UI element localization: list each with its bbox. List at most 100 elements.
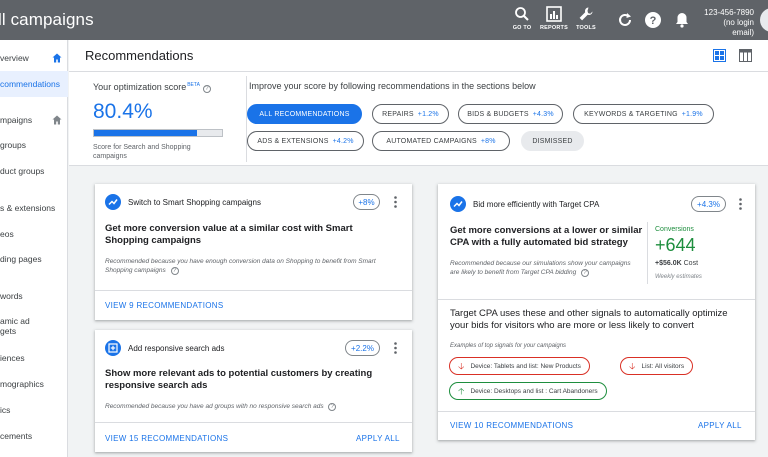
- view-recommendations-link[interactable]: VIEW 10 RECOMMENDATIONS: [450, 421, 573, 430]
- sidebar-item-demographics[interactable]: mographics: [0, 371, 68, 397]
- view-recommendations-link[interactable]: VIEW 15 RECOMMENDATIONS: [105, 434, 228, 443]
- sidebar-item-dynamic-ad-targets[interactable]: amic ad gets: [0, 314, 68, 338]
- help-circle-icon[interactable]: ?: [328, 403, 337, 411]
- score-progress-fill: [94, 130, 197, 136]
- divider: [246, 76, 247, 162]
- sidebar-item-landing-pages[interactable]: ding pages: [0, 246, 68, 272]
- sidebar-item-label: gets: [0, 326, 17, 336]
- conversions-value: +644: [655, 235, 696, 255]
- avatar[interactable]: [760, 8, 768, 32]
- account-info[interactable]: 123-456-7890 (no login email): [702, 8, 754, 38]
- sidebar-item-label: ding pages: [0, 254, 42, 264]
- score-badge: +8%: [353, 194, 380, 210]
- toolbar-tools: GO TO REPORTS TOOLS: [506, 6, 602, 31]
- page-header: Recommendations: [69, 40, 768, 72]
- tools-button[interactable]: TOOLS: [570, 6, 602, 31]
- optimization-score-strip: Your optimization scoreBETA? 80.4% Score…: [69, 72, 768, 166]
- home-icon: [52, 53, 62, 63]
- chip-bids-budgets[interactable]: BIDS & BUDGETS +4.3%: [458, 104, 563, 124]
- sidebar-item-audiences[interactable]: iences: [0, 345, 68, 371]
- chip-automated-campaigns[interactable]: AUTOMATED CAMPAIGNS +8%: [372, 131, 510, 151]
- chip-keywords-targeting[interactable]: KEYWORDS & TARGETING +1.9%: [573, 104, 714, 124]
- ad-plus-icon: [105, 340, 121, 356]
- card-target-cpa: Bid more efficiently with Target CPA +4.…: [438, 184, 755, 440]
- account-id: 123-456-7890: [704, 8, 754, 17]
- sidebar-item-label: ics: [0, 405, 11, 415]
- score-subtitle: Score for Search and Shopping campaigns: [93, 144, 191, 160]
- card-headline: Show more relevant ads to potential cust…: [105, 368, 373, 391]
- sidebar-item-ad-groups[interactable]: groups: [0, 132, 68, 158]
- divider: [438, 299, 755, 300]
- sidebar-item-ads-extensions[interactable]: s & extensions: [0, 195, 68, 221]
- sidebar-item-label: verview: [0, 53, 29, 63]
- sidebar-item-label: iences: [0, 353, 25, 363]
- grid-view-icon[interactable]: [713, 49, 726, 62]
- table-view-icon[interactable]: [739, 49, 752, 62]
- chip-repairs[interactable]: REPAIRS +1.2%: [372, 104, 449, 124]
- sidebar-item-label: cements: [0, 431, 33, 441]
- bell-icon[interactable]: [673, 11, 691, 29]
- goto-label: GO TO: [512, 25, 532, 31]
- sidebar-item-label: mpaigns: [0, 115, 33, 125]
- signals-example-label: Examples of top signals for your campaig…: [450, 343, 567, 349]
- improve-text: Improve your score by following recommen…: [249, 81, 536, 91]
- wrench-icon: [579, 7, 593, 21]
- sidebar: verview commendations mpaigns groups duc…: [0, 40, 68, 457]
- home-icon: [52, 115, 62, 125]
- sidebar-item-label: commendations: [0, 79, 61, 89]
- score-badge: +4.3%: [691, 196, 726, 212]
- arrow-down-icon: 🡣: [458, 360, 465, 371]
- chip-ads-extensions[interactable]: ADS & EXTENSIONS +4.2%: [247, 131, 364, 151]
- more-vert-icon[interactable]: [394, 342, 397, 354]
- help-icon[interactable]: ?: [644, 11, 662, 29]
- sidebar-item-topics[interactable]: ics: [0, 397, 68, 423]
- help-circle-icon[interactable]: ?: [170, 267, 179, 275]
- signal-chip-tablets[interactable]: 🡣 Device: Tablets and list: New Products: [449, 357, 590, 375]
- signal-chip-desktops[interactable]: 🡡 Device: Desktops and list : Cart Abando…: [449, 382, 607, 400]
- sidebar-item-label: duct groups: [0, 166, 45, 176]
- sidebar-item-recommendations[interactable]: commendations: [0, 71, 68, 97]
- more-vert-icon[interactable]: [394, 196, 397, 208]
- sidebar-item-label: words: [0, 291, 23, 301]
- search-icon: [515, 7, 529, 21]
- reports-button[interactable]: REPORTS: [538, 6, 570, 31]
- cost-estimate: +$56.0K Cost: [655, 260, 699, 267]
- sidebar-item-product-groups[interactable]: duct groups: [0, 158, 68, 184]
- divider: [95, 422, 412, 423]
- account-email: (no login email): [723, 18, 754, 37]
- score-label: Your optimization scoreBETA?: [93, 82, 211, 93]
- reports-label: REPORTS: [540, 25, 568, 31]
- weekly-estimates-label: Weekly estimates: [655, 274, 702, 280]
- card-reason: Recommended because our simulations show…: [450, 260, 631, 277]
- sidebar-item-label: mographics: [0, 379, 44, 389]
- sidebar-item-label: groups: [0, 140, 26, 150]
- help-circle-icon[interactable]: ?: [202, 85, 211, 93]
- sidebar-item-label: s & extensions: [0, 203, 56, 213]
- apply-all-button[interactable]: APPLY ALL: [356, 434, 400, 443]
- page-title: Recommendations: [85, 48, 194, 63]
- signal-chip-all-visitors[interactable]: 🡣 List: All visitors: [620, 357, 694, 375]
- more-vert-icon[interactable]: [739, 198, 742, 210]
- app-title: ll campaigns: [0, 10, 94, 29]
- refresh-icon[interactable]: [616, 11, 634, 29]
- apply-all-button[interactable]: APPLY ALL: [698, 421, 742, 430]
- view-recommendations-link[interactable]: VIEW 9 RECOMMENDATIONS: [105, 301, 223, 310]
- sidebar-item-videos[interactable]: eos: [0, 221, 68, 247]
- sidebar-item-campaigns[interactable]: mpaigns: [0, 107, 68, 133]
- sidebar-item-keywords[interactable]: words: [0, 283, 68, 309]
- card-title: Add responsive search ads: [128, 344, 225, 353]
- help-circle-icon[interactable]: ?: [581, 269, 590, 277]
- top-bar: ll campaigns GO TO REPORTS TOOLS ? 123-4…: [0, 0, 768, 40]
- sidebar-item-placements[interactable]: cements: [0, 423, 68, 449]
- card-reason: Recommended because you have ad groups w…: [105, 402, 400, 411]
- arrow-down-icon: 🡣: [629, 360, 636, 371]
- chip-dismissed[interactable]: DISMISSED: [521, 131, 584, 151]
- card-title: Bid more efficiently with Target CPA: [473, 200, 600, 209]
- svg-text:?: ?: [650, 15, 657, 27]
- conversions-label: Conversions: [655, 226, 694, 233]
- trend-icon: [450, 196, 466, 212]
- card-headline: Get more conversion value at a similar c…: [105, 223, 353, 246]
- chip-all-recommendations[interactable]: ALL RECOMMENDATIONS: [247, 104, 362, 124]
- goto-button[interactable]: GO TO: [506, 6, 538, 31]
- sidebar-item-overview[interactable]: verview: [0, 45, 68, 71]
